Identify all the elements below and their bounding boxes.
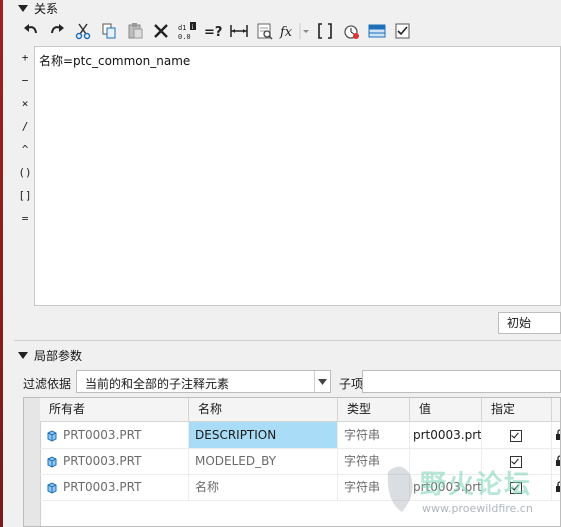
checklist-icon[interactable] (390, 18, 416, 44)
relations-toolbar: d1 0.0 i =? fx (18, 18, 416, 44)
designated-checkbox[interactable] (510, 455, 522, 468)
local-params-section-header[interactable]: 局部参数 (18, 347, 82, 363)
type-cell[interactable]: 字符串 (338, 474, 410, 500)
lock-icon (556, 455, 560, 466)
table-header: 所有者 名称 类型 值 指定 (40, 398, 560, 422)
local-params-title: 局部参数 (34, 348, 83, 363)
designated-cell[interactable] (482, 448, 552, 474)
part-icon (47, 429, 57, 442)
name-cell[interactable]: DESCRIPTION (189, 422, 338, 448)
name-cell[interactable]: 名称 (189, 474, 338, 500)
timer-icon[interactable] (338, 18, 364, 44)
sub-item-label: 子项 (339, 377, 364, 391)
svg-text:d1: d1 (178, 24, 186, 32)
svg-text:fx: fx (279, 25, 293, 40)
designated-checkbox[interactable] (510, 429, 522, 442)
table-row[interactable]: PRT0003.PRT 名称 字符串 prt0003.prt (40, 474, 560, 501)
part-icon (47, 481, 57, 494)
operator-button[interactable]: = (16, 207, 34, 230)
filter-select[interactable]: 当前的和全部的子注释元素 (76, 370, 331, 393)
column-header-type[interactable]: 类型 (338, 398, 410, 421)
delete-icon[interactable] (148, 18, 174, 44)
row-gutter (24, 398, 41, 526)
svg-text:0.0: 0.0 (178, 33, 191, 41)
designated-checkbox[interactable] (510, 481, 522, 494)
column-header-value[interactable]: 值 (410, 398, 482, 421)
chevron-down-icon[interactable] (314, 371, 330, 392)
operator-button[interactable]: ^ (16, 138, 34, 161)
operator-button[interactable]: / (16, 115, 34, 138)
name-cell[interactable]: MODELED_BY (189, 448, 338, 474)
relations-section-header[interactable]: 关系 (18, 0, 58, 16)
redo-icon[interactable] (44, 18, 70, 44)
column-header-owner[interactable]: 所有者 (40, 398, 189, 421)
table-icon[interactable] (364, 18, 390, 44)
owner-cell[interactable]: PRT0003.PRT (40, 422, 189, 448)
paste-icon[interactable] (122, 18, 148, 44)
sub-item-input[interactable] (362, 370, 561, 393)
operator-button[interactable]: − (16, 69, 34, 92)
measure-icon[interactable] (226, 18, 252, 44)
operator-button[interactable]: () (16, 161, 34, 184)
filter-select-value: 当前的和全部的子注释元素 (85, 377, 230, 391)
designated-cell[interactable] (482, 422, 552, 448)
filter-label: 过滤依据 (23, 377, 72, 391)
owner-text: PRT0003.PRT (63, 428, 142, 442)
operator-button[interactable]: + (16, 46, 34, 69)
column-header-name[interactable]: 名称 (189, 398, 338, 421)
value-cell[interactable]: prt0003.prt (410, 422, 482, 448)
part-icon (47, 455, 57, 468)
operator-button[interactable]: [] (16, 184, 34, 207)
section-divider (14, 340, 561, 341)
column-header-extra[interactable] (552, 398, 560, 421)
operator-sidebar: + − × / ^ () [] = (16, 46, 34, 230)
collapse-triangle-icon[interactable] (18, 4, 28, 12)
undo-icon[interactable] (18, 18, 44, 44)
table-row[interactable]: PRT0003.PRT DESCRIPTION 字符串 prt0003.prt (40, 422, 560, 449)
params-table: 所有者 名称 类型 值 指定 PRT0003.PRT DESCRIPTION 字… (23, 397, 561, 527)
sort-icon[interactable]: d1 0.0 i (174, 18, 200, 44)
value-cell[interactable]: prt0003.prt (410, 474, 482, 500)
function-icon[interactable]: fx (278, 18, 312, 44)
evaluate-icon[interactable]: =? (200, 18, 226, 44)
initial-combo[interactable]: 初始 (498, 312, 561, 334)
table-row[interactable]: PRT0003.PRT MODELED_BY 字符串 (40, 448, 560, 475)
lock-icon (556, 481, 560, 492)
copy-icon[interactable] (96, 18, 122, 44)
operator-button[interactable]: × (16, 92, 34, 115)
type-cell[interactable]: 字符串 (338, 448, 410, 474)
value-cell[interactable] (410, 448, 482, 474)
window-edge (0, 0, 3, 527)
verify-icon[interactable] (252, 18, 278, 44)
owner-text: PRT0003.PRT (63, 480, 142, 494)
owner-text: PRT0003.PRT (63, 454, 142, 468)
relations-title: 关系 (34, 1, 59, 16)
designated-cell[interactable] (482, 474, 552, 500)
type-cell[interactable]: 字符串 (338, 422, 410, 448)
relations-editor[interactable]: 名称=ptc_common_name (34, 46, 561, 306)
relations-editor-text[interactable]: 名称=ptc_common_name (39, 52, 190, 69)
owner-cell[interactable]: PRT0003.PRT (40, 448, 189, 474)
svg-text:=?: =? (204, 25, 222, 40)
collapse-triangle-icon[interactable] (18, 351, 28, 359)
brackets-icon[interactable] (312, 18, 338, 44)
cut-icon[interactable] (70, 18, 96, 44)
column-header-designated[interactable]: 指定 (482, 398, 552, 421)
lock-icon (556, 429, 560, 440)
owner-cell[interactable]: PRT0003.PRT (40, 474, 189, 500)
